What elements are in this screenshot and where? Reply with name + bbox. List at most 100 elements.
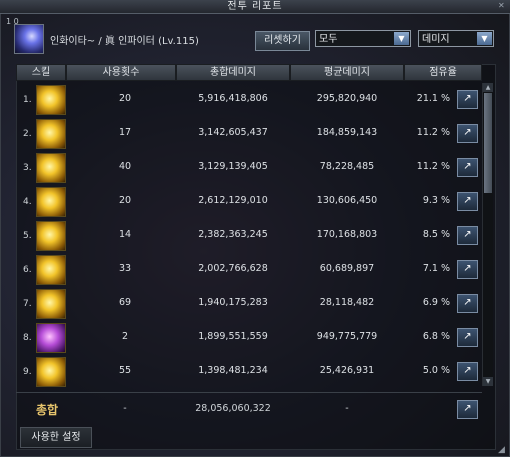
scroll-up-icon[interactable]: ▲ xyxy=(483,83,493,92)
chevron-down-icon[interactable]: ▼ xyxy=(477,32,492,45)
chevron-down-icon[interactable]: ▼ xyxy=(394,32,409,45)
row-rank: 5. xyxy=(23,231,32,241)
row-average-damage: 184,859,143 xyxy=(316,127,378,138)
row-rank: 7. xyxy=(23,299,32,309)
row-count: 33 xyxy=(118,263,132,274)
row-count: 17 xyxy=(118,127,132,138)
sort-select[interactable]: 데미지 ▼ xyxy=(418,30,494,47)
row-average-damage: 78,228,485 xyxy=(319,161,375,172)
table-row: 7. 69 1,940,175,283 28,118,482 6.9 % ↗ xyxy=(16,287,482,320)
row-average-damage: 295,820,940 xyxy=(316,93,378,104)
row-share: 11.2 % xyxy=(416,127,450,138)
share-icon[interactable]: ↗ xyxy=(457,328,478,347)
row-rank: 4. xyxy=(23,197,32,207)
row-total-damage: 1,899,551,559 xyxy=(198,331,268,342)
resize-grip-icon[interactable]: ◢ xyxy=(498,445,508,455)
share-icon[interactable]: ↗ xyxy=(457,400,478,419)
row-share: 6.9 % xyxy=(422,297,450,308)
column-header-share[interactable]: 점유율 xyxy=(404,64,482,81)
row-count: 40 xyxy=(118,161,132,172)
total-row: 총합 - 28,056,060,322 - ↗ xyxy=(16,392,482,425)
table-row: 5. 14 2,382,363,245 170,168,803 8.5 % ↗ xyxy=(16,219,482,252)
row-share: 5.0 % xyxy=(422,365,450,376)
row-count: 55 xyxy=(118,365,132,376)
skill-icon[interactable] xyxy=(36,187,66,217)
row-share: 21.1 % xyxy=(416,93,450,104)
close-icon[interactable]: ✕ xyxy=(498,2,506,10)
row-rank: 8. xyxy=(23,333,32,343)
row-total-damage: 2,612,129,010 xyxy=(198,195,268,206)
skill-icon[interactable] xyxy=(36,221,66,251)
table-row: 3. 40 3,129,139,405 78,228,485 11.2 % ↗ xyxy=(16,151,482,184)
skill-icon[interactable] xyxy=(36,289,66,319)
share-icon[interactable]: ↗ xyxy=(457,124,478,143)
row-average-damage: 130,606,450 xyxy=(316,195,378,206)
row-rank: 6. xyxy=(23,265,32,275)
title-bar[interactable]: 전투 리포트 ✕ xyxy=(0,0,510,14)
table-row: 1. 20 5,916,418,806 295,820,940 21.1 % ↗ xyxy=(16,83,482,116)
share-icon[interactable]: ↗ xyxy=(457,192,478,211)
row-total-damage: 2,002,766,628 xyxy=(198,263,268,274)
row-total-damage: 3,142,605,437 xyxy=(198,127,268,138)
skill-icon[interactable] xyxy=(36,357,66,387)
row-count: 2 xyxy=(121,331,129,342)
filter-select[interactable]: 모두 ▼ xyxy=(315,30,411,47)
row-rank: 3. xyxy=(23,163,32,173)
row-rank: 1. xyxy=(23,95,32,105)
scroll-down-icon[interactable]: ▼ xyxy=(483,377,493,386)
reset-button[interactable]: 리셋하기 xyxy=(255,31,310,51)
scrollbar-thumb[interactable] xyxy=(484,93,492,193)
row-rank: 2. xyxy=(23,129,32,139)
skill-icon[interactable] xyxy=(36,85,66,115)
row-total-damage: 1,398,481,234 xyxy=(198,365,268,376)
row-average-damage: 60,689,897 xyxy=(319,263,375,274)
skill-icon[interactable] xyxy=(36,119,66,149)
row-share: 11.2 % xyxy=(416,161,450,172)
window-title: 전투 리포트 xyxy=(227,1,283,12)
row-rank: 9. xyxy=(23,367,32,377)
table-header: 스킬 사용횟수 총합데미지 평균데미지 점유율 xyxy=(16,64,482,81)
skill-icon[interactable] xyxy=(36,323,66,353)
row-total-damage: 2,382,363,245 xyxy=(198,229,268,240)
column-header-count[interactable]: 사용횟수 xyxy=(66,64,176,81)
row-average-damage: 28,118,482 xyxy=(319,297,375,308)
row-total-damage: 3,129,139,405 xyxy=(198,161,268,172)
row-count: 20 xyxy=(118,195,132,206)
player-avatar xyxy=(14,24,44,54)
row-share: 9.3 % xyxy=(422,195,450,206)
share-icon[interactable]: ↗ xyxy=(457,90,478,109)
used-settings-tab[interactable]: 사용한 설정 xyxy=(20,427,92,448)
row-count: 14 xyxy=(118,229,132,240)
table-scrollbar[interactable]: ▲ ▼ xyxy=(482,83,493,386)
row-average-damage: 949,775,779 xyxy=(316,331,378,342)
sort-select-value: 데미지 xyxy=(422,34,450,45)
row-average-damage: 25,426,931 xyxy=(319,365,375,376)
row-total-damage: 1,940,175,283 xyxy=(198,297,268,308)
share-icon[interactable]: ↗ xyxy=(457,294,478,313)
share-icon[interactable]: ↗ xyxy=(457,362,478,381)
share-icon[interactable]: ↗ xyxy=(457,260,478,279)
total-label: 총합 xyxy=(36,403,59,417)
column-header-skill[interactable]: 스킬 xyxy=(16,64,66,81)
player-name: 인화이타~ / 眞 인파이터 (Lv.115) xyxy=(50,36,199,47)
skill-icon[interactable] xyxy=(36,255,66,285)
row-total-damage: 5,916,418,806 xyxy=(198,93,268,104)
total-count: - xyxy=(123,403,127,414)
share-icon[interactable]: ↗ xyxy=(457,226,478,245)
row-average-damage: 170,168,803 xyxy=(316,229,378,240)
skill-icon[interactable] xyxy=(36,153,66,183)
column-header-total-damage[interactable]: 총합데미지 xyxy=(176,64,290,81)
column-header-average-damage[interactable]: 평균데미지 xyxy=(290,64,404,81)
row-share: 8.5 % xyxy=(422,229,450,240)
combat-report-window: 전투 리포트 ✕ 1 0 인화이타~ / 眞 인파이터 (Lv.115) 리셋하… xyxy=(0,0,510,457)
filter-select-value: 모두 xyxy=(319,34,338,45)
table-row: 4. 20 2,612,129,010 130,606,450 9.3 % ↗ xyxy=(16,185,482,218)
table-row: 6. 33 2,002,766,628 60,689,897 7.1 % ↗ xyxy=(16,253,482,286)
table-row: 8. 2 1,899,551,559 949,775,779 6.8 % ↗ xyxy=(16,321,482,354)
share-icon[interactable]: ↗ xyxy=(457,158,478,177)
row-share: 7.1 % xyxy=(422,263,450,274)
table-row: 2. 17 3,142,605,437 184,859,143 11.2 % ↗ xyxy=(16,117,482,150)
total-average: - xyxy=(345,403,349,414)
table-row: 9. 55 1,398,481,234 25,426,931 5.0 % ↗ xyxy=(16,355,482,388)
row-share: 6.8 % xyxy=(422,331,450,342)
